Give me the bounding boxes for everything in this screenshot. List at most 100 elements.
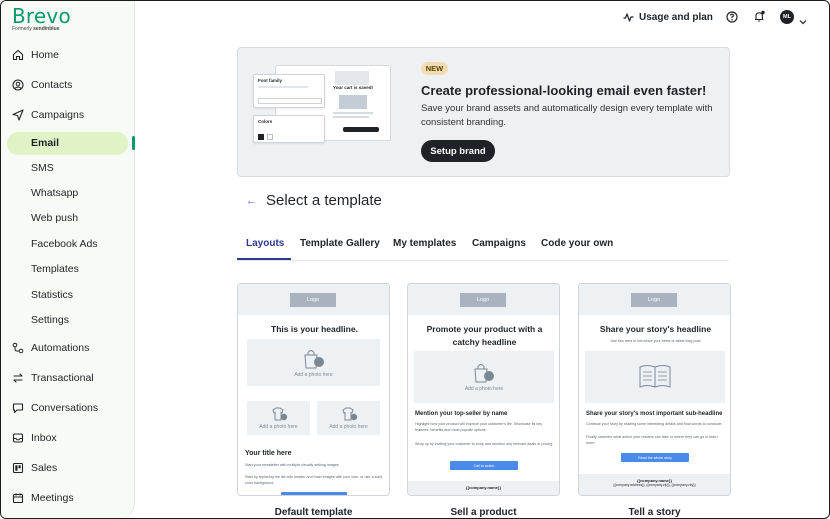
calendar-icon (12, 492, 24, 504)
template-body-text: Finally, describe what action your reade… (586, 435, 718, 445)
sidebar-item-campaigns[interactable]: Campaigns (12, 105, 84, 125)
photo-placeholder: Add a photo here (247, 339, 380, 386)
card-footer: {{company.name}} (408, 481, 559, 495)
active-item-indicator (132, 136, 135, 150)
template-subtitle: Mention your top-seller by name (415, 411, 508, 417)
sidebar-item-sales[interactable]: Sales (12, 458, 57, 478)
mock-colors-label: Colors (258, 119, 273, 124)
help-icon[interactable] (726, 10, 739, 23)
logo-placeholder: Logo (631, 293, 677, 307)
photo-placeholder-label: Add a photo here (329, 423, 368, 430)
template-body-text: Highlight how your product will improve … (415, 422, 543, 432)
mock-cart-title: Your cart is saved! (333, 85, 373, 90)
sidebar-item-settings[interactable]: Settings (31, 311, 69, 329)
back-arrow-icon[interactable]: ← (246, 195, 257, 207)
home-icon (12, 49, 24, 61)
template-headline: Promote your product with a catchy headl… (426, 324, 543, 347)
active-item-highlight (7, 132, 128, 155)
photo-placeholder-label: Add a photo here (259, 423, 298, 430)
template-name: Tell a story (628, 507, 681, 518)
tab-code-your-own[interactable]: Code your own (541, 238, 613, 249)
open-book-icon (639, 365, 671, 388)
send-icon (12, 109, 24, 121)
card-footer: {{company.name}} {{company.address}}, {{… (579, 474, 730, 495)
cta-button-preview: Call to action (450, 461, 518, 470)
new-badge: NEW (421, 62, 448, 75)
sidebar-item-templates[interactable]: Templates (31, 260, 79, 278)
sidebar-item-label: Conversations (31, 402, 99, 414)
banner-title: Create professional-looking email even f… (421, 83, 707, 98)
active-tab-indicator (237, 258, 291, 260)
template-headline: This is your headline. (271, 324, 358, 334)
sidebar-item-contacts[interactable]: Contacts (12, 75, 72, 95)
tab-template-gallery[interactable]: Template Gallery (300, 238, 380, 249)
template-name: Sell a product (450, 507, 517, 518)
photo-placeholder-label: Add a photo here (464, 386, 504, 392)
template-intro-text: Use this area to introduce your news or … (610, 339, 701, 343)
sidebar-item-transactional[interactable]: Transactional (12, 368, 94, 388)
sidebar-item-label: Inbox (31, 432, 57, 444)
activity-icon (623, 12, 634, 22)
app-window: Brevo Formerly sendinblue Home Contacts … (0, 0, 830, 519)
sidebar-item-email[interactable]: Email (31, 134, 59, 152)
company-name-placeholder: {{company.name}} (636, 478, 673, 483)
usage-and-plan-label: Usage and plan (639, 11, 713, 23)
cta-button-preview (281, 492, 347, 495)
template-subtitle: Share your story's most important sub-he… (586, 411, 723, 417)
transactional-icon (12, 372, 24, 384)
template-subtitle: Your title here (245, 450, 292, 457)
photo-placeholder: Add a photo here (414, 351, 554, 403)
company-address-placeholder: {{company.address}}, {{company.zip}}, {{… (613, 483, 696, 487)
template-body-text: Wrap up by inviting your customer to sho… (415, 442, 554, 446)
tab-layouts[interactable]: Layouts (246, 238, 284, 249)
sidebar-item-automations[interactable]: Automations (12, 338, 89, 358)
brand-setup-illustration: Your cart is saved! Font family Colors (253, 65, 391, 143)
sidebar-item-inbox[interactable]: Inbox (12, 428, 57, 448)
sidebar-item-statistics[interactable]: Statistics (31, 286, 73, 304)
template-name: Default template (274, 507, 353, 518)
company-name-placeholder: {{company.name}} (465, 485, 502, 490)
sidebar-item-label: Meetings (31, 492, 74, 504)
template-card-tell-story[interactable]: Logo Share your story's headline Use thi… (578, 283, 731, 496)
template-tabs: Layouts Template Gallery My templates Ca… (237, 235, 729, 261)
photo-placeholder-small: Add a photo here (247, 401, 310, 435)
cta-button-preview: Read the whole story (621, 453, 689, 462)
sidebar-item-label: Campaigns (31, 109, 85, 121)
sidebar-item-label: Automations (31, 342, 90, 354)
sidebar-item-label: Contacts (31, 79, 73, 91)
chevron-down-icon[interactable] (799, 12, 807, 30)
avatar[interactable]: ML (780, 10, 794, 24)
sidebar-item-facebook-ads[interactable]: Facebook Ads (31, 235, 98, 253)
tshirt-icon (271, 407, 287, 420)
sidebar-item-label: Transactional (31, 372, 94, 384)
setup-brand-button[interactable]: Setup brand (421, 140, 495, 162)
contacts-icon (12, 79, 24, 91)
template-body-text: Continue your story by sharing some inte… (586, 422, 723, 426)
page-title: Select a template (266, 192, 382, 209)
sidebar-item-sms[interactable]: SMS (31, 159, 54, 177)
sales-icon (12, 462, 24, 474)
photo-placeholder-small: Add a photo here (317, 401, 380, 435)
sidebar-item-whatsapp[interactable]: Whatsapp (31, 184, 78, 202)
logo-placeholder: Logo (290, 293, 336, 307)
sidebar-item-conversations[interactable]: Conversations (12, 398, 98, 418)
notifications-bell-icon[interactable] (753, 10, 766, 23)
usage-and-plan-button[interactable]: Usage and plan (623, 10, 713, 24)
sidebar-item-label: Home (31, 49, 60, 61)
tab-campaigns[interactable]: Campaigns (472, 238, 526, 249)
template-card-default[interactable]: Logo This is your headline. Add a photo … (237, 283, 390, 496)
template-card-sell-product[interactable]: Logo Promote your product with a catchy … (407, 283, 560, 496)
logo-placeholder: Logo (460, 293, 506, 307)
chat-icon (12, 402, 24, 414)
formerly-sendinblue-tagline: Formerly sendinblue (12, 26, 60, 32)
photo-placeholder-label: Add a photo here (294, 371, 333, 378)
template-headline: Share your story's headline (599, 324, 712, 334)
sidebar-item-home[interactable]: Home (12, 45, 59, 65)
sidebar-item-web-push[interactable]: Web push (31, 209, 78, 227)
inbox-icon (12, 432, 24, 444)
sidebar: Brevo Formerly sendinblue Home Contacts … (1, 1, 135, 518)
tab-my-templates[interactable]: My templates (393, 238, 456, 249)
sidebar-item-meetings[interactable]: Meetings (12, 488, 74, 508)
template-body-text: Start by replacing the list with header … (245, 475, 383, 485)
brevo-logo[interactable]: Brevo (12, 4, 71, 28)
